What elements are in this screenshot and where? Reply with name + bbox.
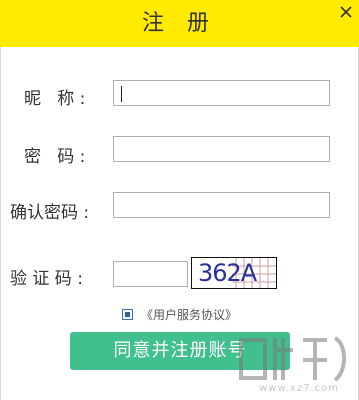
captcha-input[interactable] — [113, 261, 188, 287]
title-bar: 注 册 — [0, 0, 359, 47]
agreement-link[interactable]: 《用户服务协议》 — [141, 306, 237, 323]
nickname-label: 昵 称 : — [24, 89, 86, 109]
watermark-site-text: www.xz7.com — [259, 383, 339, 394]
agreement-checkbox[interactable] — [122, 309, 133, 320]
password-label: 密 码 : — [24, 147, 86, 167]
agreement-row: 《用户服务协议》 — [122, 306, 237, 323]
text-caret — [121, 86, 122, 102]
captcha-image[interactable]: 362A — [191, 257, 277, 289]
captcha-text: 362A — [198, 259, 257, 287]
watermark-logo-icon — [239, 336, 346, 382]
window-title: 注 册 — [142, 11, 217, 36]
confirm-password-label: 确认密码 : — [10, 203, 90, 223]
captcha-label: 验 证 码 : — [10, 269, 83, 289]
confirm-password-input[interactable] — [113, 192, 330, 218]
site-watermark: www.xz7.com — [235, 332, 353, 396]
nickname-input[interactable] — [113, 80, 330, 106]
close-icon[interactable] — [339, 5, 353, 19]
password-input[interactable] — [113, 136, 330, 162]
window-border-left — [0, 47, 1, 400]
